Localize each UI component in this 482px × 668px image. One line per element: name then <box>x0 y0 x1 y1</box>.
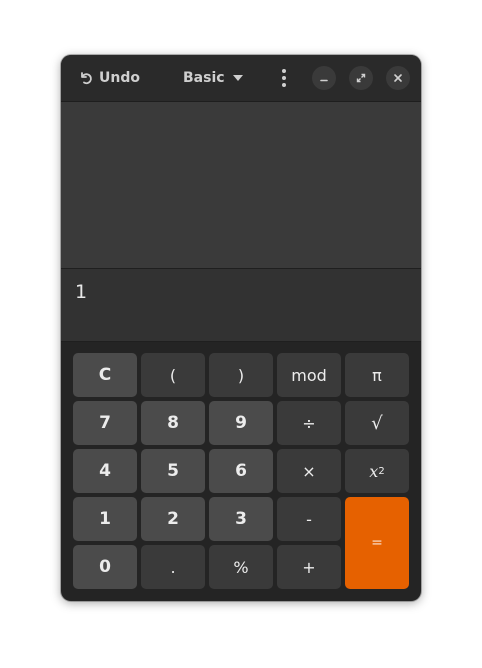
digit-0-button[interactable]: 0 <box>73 545 137 589</box>
square-root-button[interactable]: √ <box>345 401 409 445</box>
digit-1-button[interactable]: 1 <box>73 497 137 541</box>
percent-button[interactable]: % <box>209 545 273 589</box>
calculator-window: Undo Basic 1 C () mod π 7 8 9 ÷ √ 4 5 6… <box>61 55 421 601</box>
vertical-dots-icon <box>282 83 286 87</box>
mode-selector-button[interactable]: Basic <box>175 64 251 92</box>
digit-6-button[interactable]: 6 <box>209 449 273 493</box>
input-value: 1 <box>75 281 88 303</box>
maximize-button[interactable] <box>349 66 373 90</box>
digit-2-button[interactable]: 2 <box>141 497 205 541</box>
multiply-button[interactable]: × <box>277 449 341 493</box>
digit-3-button[interactable]: 3 <box>209 497 273 541</box>
minimize-button[interactable] <box>312 66 336 90</box>
header-bar: Undo Basic <box>61 55 421 102</box>
minimize-icon <box>320 79 328 82</box>
subtract-button[interactable]: - <box>277 497 341 541</box>
square-button[interactable]: x2 <box>345 449 409 493</box>
close-paren-button[interactable]: ) <box>209 353 273 397</box>
history-display <box>61 102 421 269</box>
chevron-down-icon <box>232 75 243 81</box>
undo-icon <box>81 72 92 85</box>
equals-button[interactable]: = <box>345 497 409 589</box>
square-exponent: 2 <box>378 465 385 477</box>
digit-8-button[interactable]: 8 <box>141 401 205 445</box>
square-base: x <box>369 461 379 481</box>
undo-button[interactable]: Undo <box>71 64 148 92</box>
close-icon <box>394 74 402 82</box>
divide-button[interactable]: ÷ <box>277 401 341 445</box>
add-button[interactable]: + <box>277 545 341 589</box>
close-button[interactable] <box>386 66 410 90</box>
digit-9-button[interactable]: 9 <box>209 401 273 445</box>
open-paren-button[interactable]: ( <box>141 353 205 397</box>
main-menu-button[interactable] <box>272 64 296 92</box>
clear-button[interactable]: C <box>73 353 137 397</box>
mode-label: Basic <box>183 70 225 86</box>
pi-button[interactable]: π <box>345 353 409 397</box>
maximize-icon <box>356 73 366 83</box>
keypad: C ( ) mod π 7 8 9 ÷ √ 4 5 6 × x2 1 2 3 -… <box>73 353 409 589</box>
vertical-dots-icon <box>282 69 286 73</box>
input-display[interactable]: 1 <box>61 269 421 342</box>
undo-label: Undo <box>99 70 140 86</box>
digit-4-button[interactable]: 4 <box>73 449 137 493</box>
mod-button[interactable]: mod <box>277 353 341 397</box>
digit-7-button[interactable]: 7 <box>73 401 137 445</box>
decimal-button[interactable]: . <box>141 545 205 589</box>
digit-5-button[interactable]: 5 <box>141 449 205 493</box>
vertical-dots-icon <box>282 76 286 80</box>
